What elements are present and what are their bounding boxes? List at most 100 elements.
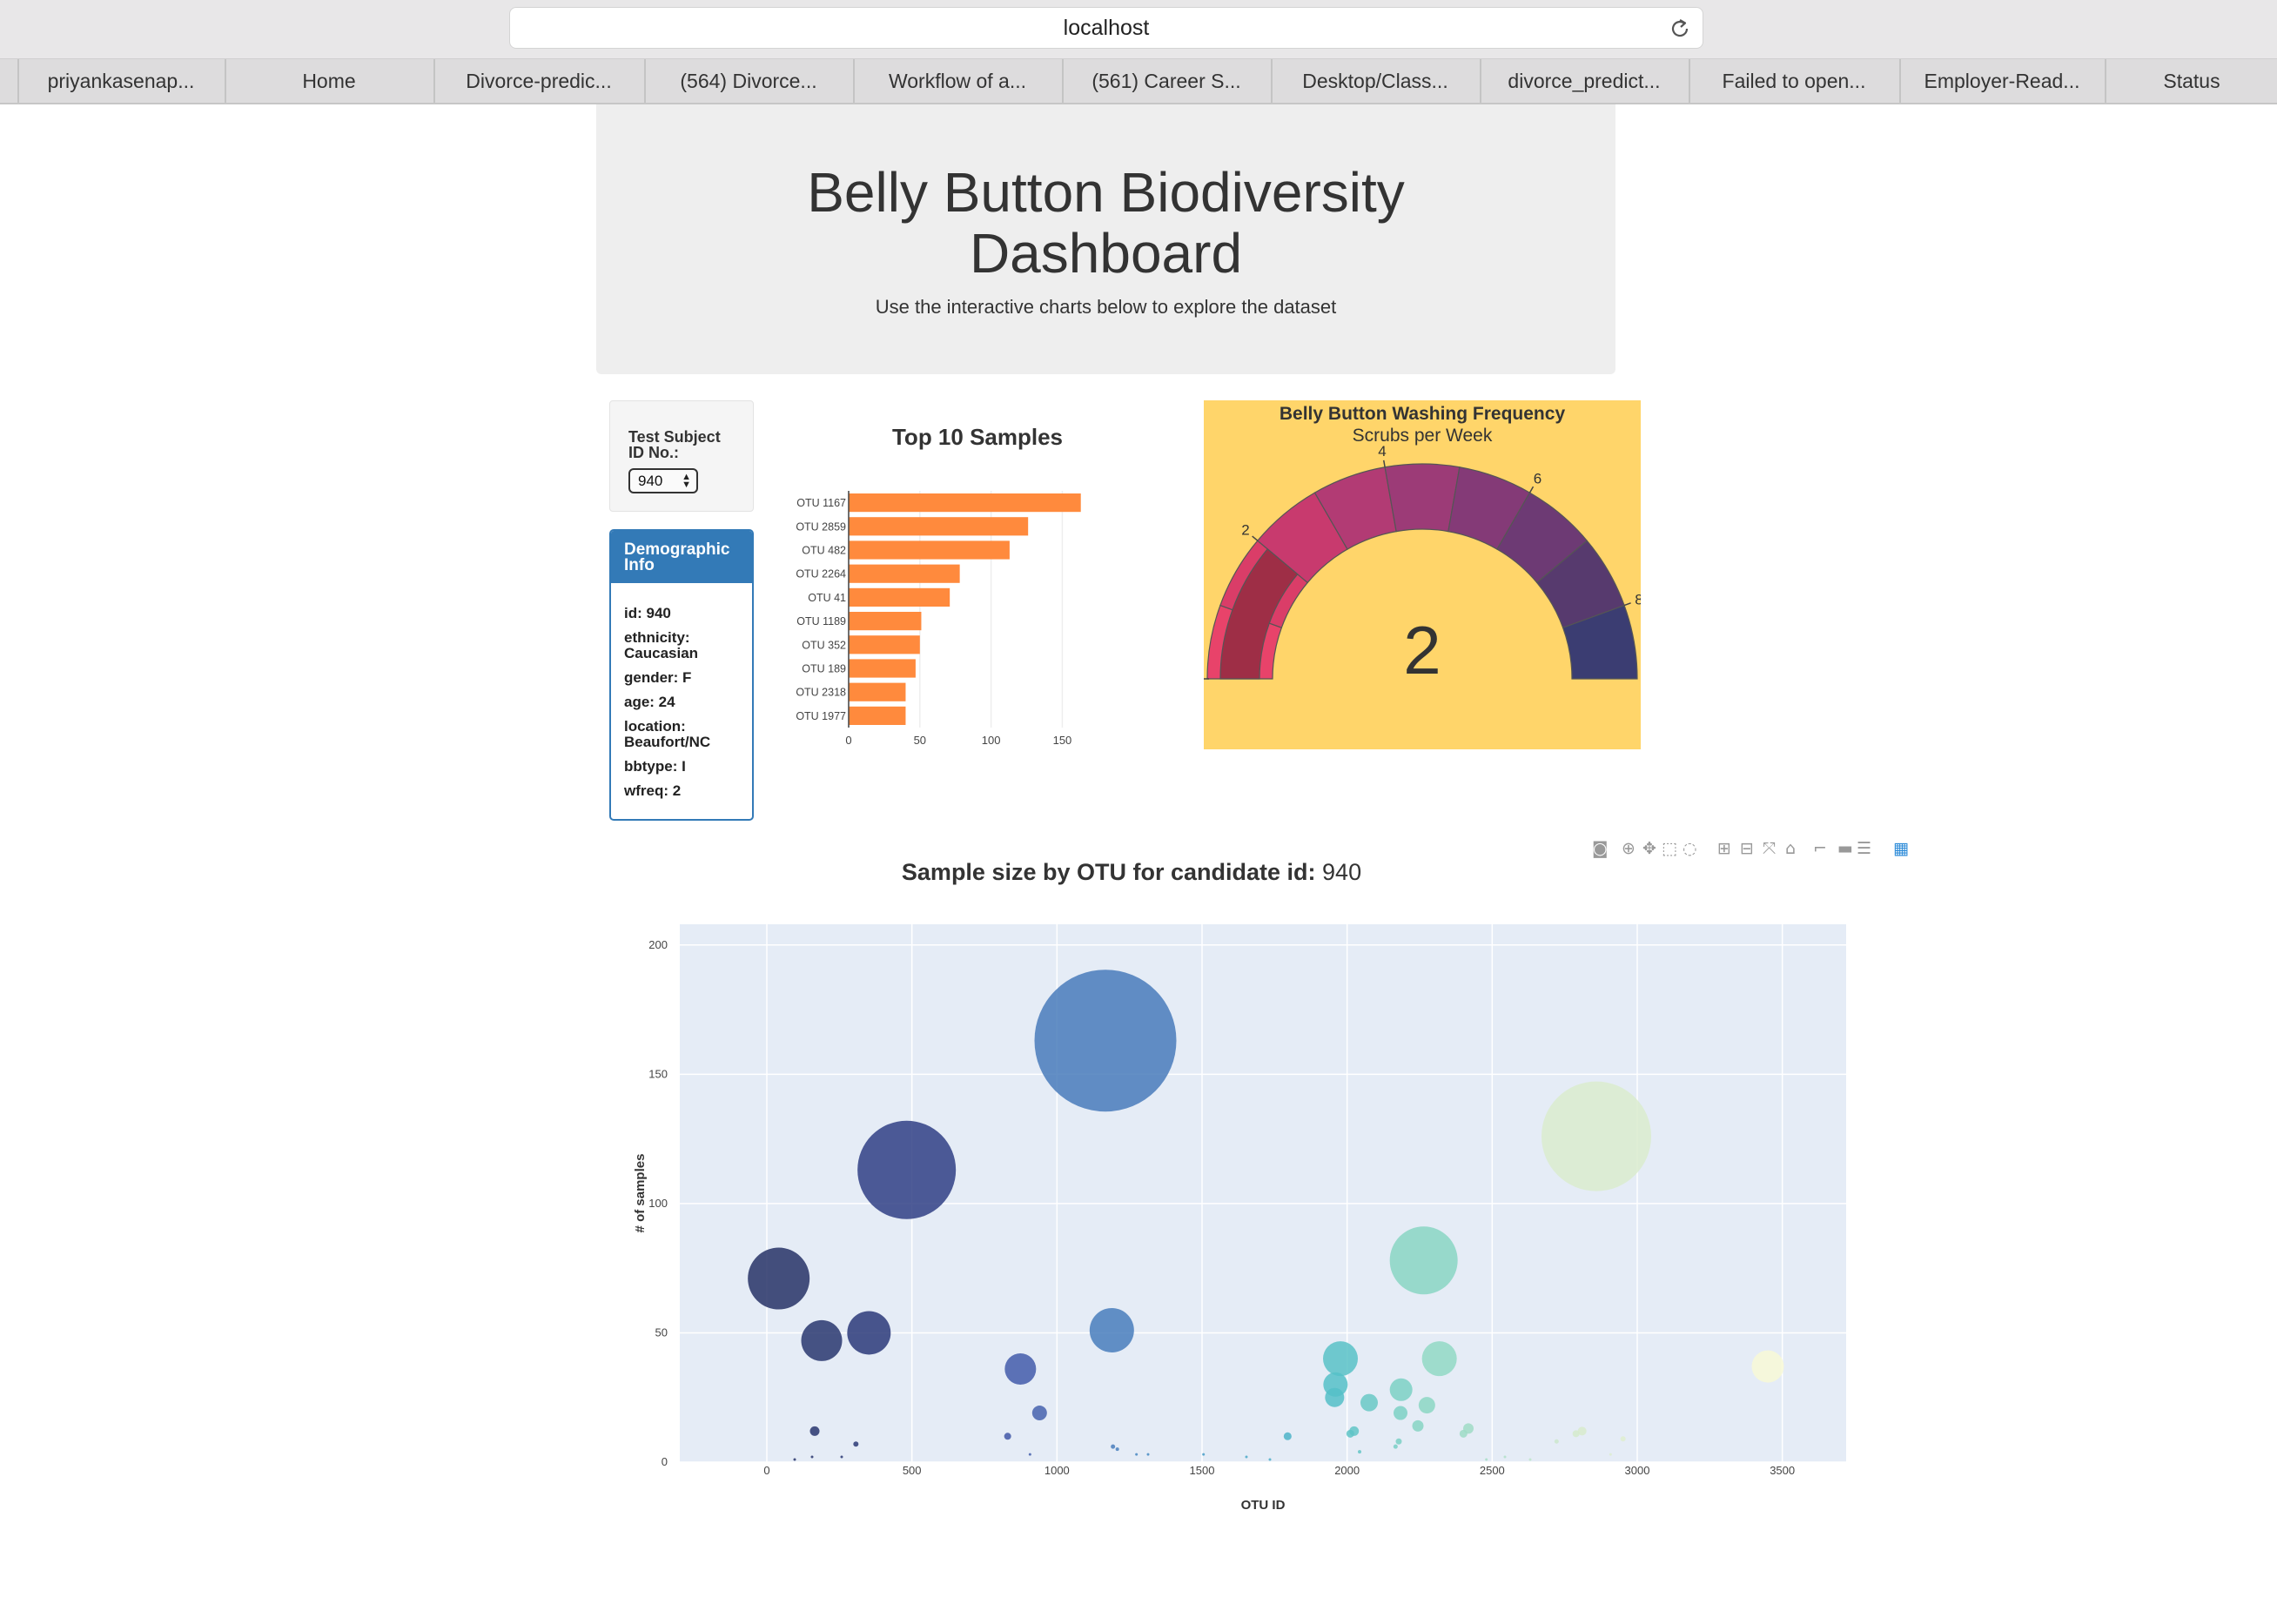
bookmark-item[interactable]: Employer-Read... [1899, 59, 2103, 103]
bar-x-tick-label: 150 [1053, 734, 1072, 747]
bubble-point [1459, 1429, 1468, 1438]
bookmark-item[interactable]: priyankasenap... [17, 59, 223, 103]
bubble-point [793, 1458, 796, 1461]
demo-id: id: 940 [624, 605, 671, 621]
bubble-point [1395, 1438, 1402, 1445]
bubble-x-tick-label: 3500 [1770, 1464, 1795, 1477]
bubble-point [1389, 1378, 1413, 1401]
subject-id-select[interactable]: 940 ▲ ▼ [628, 468, 698, 493]
gauge-tick [1382, 460, 1386, 467]
bar [849, 612, 922, 631]
bar-category-label: OTU 482 [802, 545, 846, 557]
demo-ethnicity: ethnicity: Caucasian [624, 630, 748, 661]
subject-id-select-value: 940 [638, 472, 663, 489]
spike-lines-icon[interactable]: ⌐ [1813, 839, 1827, 858]
bubble-point [1146, 1453, 1150, 1456]
autoscale-icon[interactable]: ⤧ [1763, 839, 1776, 858]
plotly-logo-icon[interactable]: ▦ [1893, 839, 1909, 858]
hover-compare-icon[interactable]: ☰ [1857, 839, 1871, 858]
bubble-chart-title-label: Sample size by OTU for candidate id: [901, 859, 1316, 885]
page-subtitle: Use the interactive charts below to expl… [875, 296, 1337, 318]
bubble-point [853, 1441, 859, 1447]
bubble-y-axis-title: # of samples [633, 1154, 648, 1233]
demo-gender: gender: F [624, 669, 692, 686]
address-bar-text: localhost [1063, 15, 1150, 40]
bubble-point [1283, 1432, 1292, 1440]
pan-icon[interactable]: ✥ [1642, 839, 1656, 858]
bookmark-item[interactable]: (561) Career S... [1062, 59, 1269, 103]
zoom-in-icon[interactable]: ⊞ [1717, 839, 1731, 858]
zoom-icon[interactable]: ⊕ [1622, 839, 1636, 858]
gauge-tick [1252, 535, 1259, 541]
bar [849, 587, 950, 607]
lasso-select-icon[interactable]: ◌ [1683, 839, 1697, 858]
bar [849, 517, 1029, 536]
bubble-point [1111, 1444, 1116, 1449]
otu-bubble-chart: 0 500 1000 1500 2000 2500 3000 3500 0 50 100 150 200… [633, 924, 1846, 1513]
bubble-x-tick-label: 1000 [1044, 1464, 1070, 1477]
address-bar[interactable]: localhost [509, 7, 1703, 49]
bookmark-item[interactable]: (564) Divorce... [644, 59, 851, 103]
demo-ethnicity-value: Caucasian [624, 645, 699, 661]
bubble-point [1031, 1406, 1047, 1421]
bubble-point [857, 1120, 957, 1219]
demo-wfreq: wfreq: 2 [624, 782, 682, 799]
bubble-point [1089, 1307, 1134, 1352]
bar [849, 564, 960, 583]
zoom-out-icon[interactable]: ⊟ [1740, 839, 1754, 858]
bubble-point [1325, 1387, 1345, 1407]
subject-selector-label: Test Subject ID No.: [628, 429, 742, 460]
bubble-point [1004, 1433, 1011, 1440]
bubble-point [1572, 1430, 1580, 1438]
bubble-point [1412, 1419, 1424, 1432]
bookmark-item[interactable]: Workflow of a... [853, 59, 1060, 103]
gauge-value-number: 2 [1403, 612, 1441, 688]
page-title-line1: Belly Button Biodiversity [807, 161, 1405, 224]
bookmark-item[interactable]: Desktop/Class... [1271, 59, 1478, 103]
bookmark-item[interactable]: Divorce-predic... [433, 59, 642, 103]
bubble-point [1485, 1458, 1488, 1461]
bubble-plot-area [680, 924, 1846, 1462]
bubble-y-tick-label: 200 [648, 938, 668, 951]
bar-category-label: OTU 2859 [796, 520, 846, 533]
bubble-point [1360, 1393, 1378, 1412]
bubble-chart-title-id: 940 [1322, 859, 1362, 885]
bubble-y-tick-label: 100 [648, 1197, 668, 1210]
page-title: Belly Button Biodiversity Dashboard [596, 162, 1615, 284]
bookmark-item[interactable]: divorce_predict... [1480, 59, 1687, 103]
bubble-point [809, 1426, 820, 1436]
gauge-tick [1528, 486, 1535, 493]
camera-icon[interactable]: ◙ [1592, 839, 1608, 858]
gauge-tick-label: 4 [1378, 443, 1386, 460]
bubble-point [801, 1319, 843, 1361]
bar-category-label: OTU 2264 [796, 568, 846, 580]
subject-selector-label-line1: Test Subject [628, 428, 721, 446]
plotly-modebar: ◙ ⊕ ✥ ⬚ ◌ ⊞ ⊟ ⤧ ⌂ ⌐ ▬ ☰ ▦ [1592, 839, 1914, 860]
bubble-point [1620, 1436, 1626, 1442]
bookmark-item[interactable]: Home [225, 59, 432, 103]
bubble-point [748, 1247, 810, 1310]
bubble-x-tick-label: 500 [903, 1464, 922, 1477]
bubble-point [1418, 1397, 1435, 1414]
page-title-line2: Dashboard [969, 222, 1243, 285]
demo-age: age: 24 [624, 694, 675, 710]
gauge-tick-label: 2 [1241, 522, 1249, 539]
hover-closest-icon[interactable]: ▬ [1837, 839, 1853, 858]
bar [849, 706, 906, 725]
reset-axes-icon[interactable]: ⌂ [1785, 839, 1796, 858]
bubble-point [1245, 1455, 1248, 1459]
demographic-info-body: id: 940 ethnicity: Caucasian gender: F a… [624, 606, 748, 808]
gauge-tick-label: 8 [1635, 591, 1641, 607]
bookmark-item[interactable]: Failed to open... [1689, 59, 1898, 103]
reload-icon[interactable] [1668, 17, 1692, 41]
demo-bbtype: bbtype: I [624, 758, 686, 775]
bubble-x-tick-label: 3000 [1625, 1464, 1650, 1477]
box-select-icon[interactable]: ⬚ [1662, 839, 1677, 858]
demo-location-label: location: [624, 718, 686, 735]
bubble-point [1268, 1458, 1272, 1461]
bubble-point [1528, 1458, 1532, 1461]
subject-selector-well: Test Subject ID No.: 940 ▲ ▼ [609, 400, 754, 512]
bubble-point [1389, 1226, 1458, 1295]
browser-toolbar: localhost [0, 0, 2277, 59]
bookmark-item[interactable]: Status [2105, 59, 2277, 103]
